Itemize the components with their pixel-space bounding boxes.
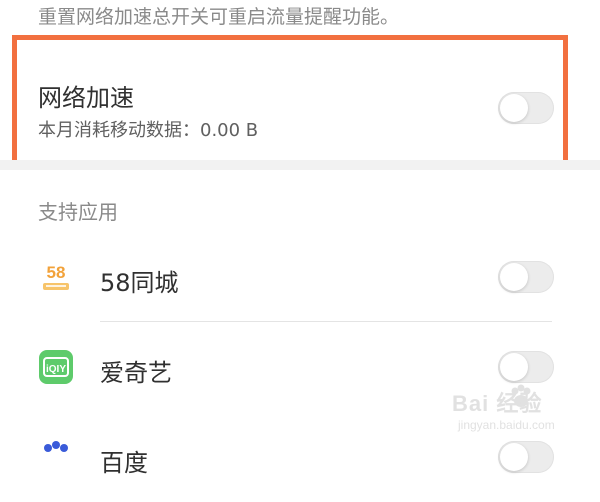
app-name: 百度 [100, 449, 148, 477]
baidu-jingyan-watermark: Bai 经验 jingyan.baidu.com [450, 382, 590, 442]
app-toggle-58tongcheng[interactable] [498, 261, 554, 293]
toggle-knob [500, 94, 528, 122]
watermark-text: Bai 经验 [452, 391, 543, 416]
toggle-knob [500, 263, 528, 291]
supported-apps-label: 支持应用 [38, 200, 118, 224]
network-accelerate-toggle[interactable] [498, 92, 554, 124]
app-toggle-baidu[interactable] [498, 441, 554, 473]
app-name: 58同城 [100, 269, 179, 297]
section-divider [0, 160, 600, 170]
iqiyi-icon: iQIY [38, 349, 74, 385]
toggle-knob [500, 353, 528, 381]
baidu-app-icon [38, 440, 74, 476]
monthly-data-usage: 本月消耗移动数据：0.00 B [38, 120, 259, 141]
hint-text: 重置网络加速总开关可重启流量提醒功能。 [38, 6, 400, 28]
network-accelerate-title: 网络加速 [38, 84, 134, 112]
toggle-knob [500, 443, 528, 471]
app-toggle-iqiyi[interactable] [498, 351, 554, 383]
watermark-url: jingyan.baidu.com [458, 418, 555, 432]
58-tongcheng-icon: 58 [38, 259, 74, 295]
svg-text:iQIY: iQIY [46, 364, 66, 375]
svg-text:58: 58 [47, 263, 66, 282]
app-row-58tongcheng[interactable]: 58 58同城 [0, 232, 600, 322]
app-name: 爱奇艺 [100, 359, 172, 387]
